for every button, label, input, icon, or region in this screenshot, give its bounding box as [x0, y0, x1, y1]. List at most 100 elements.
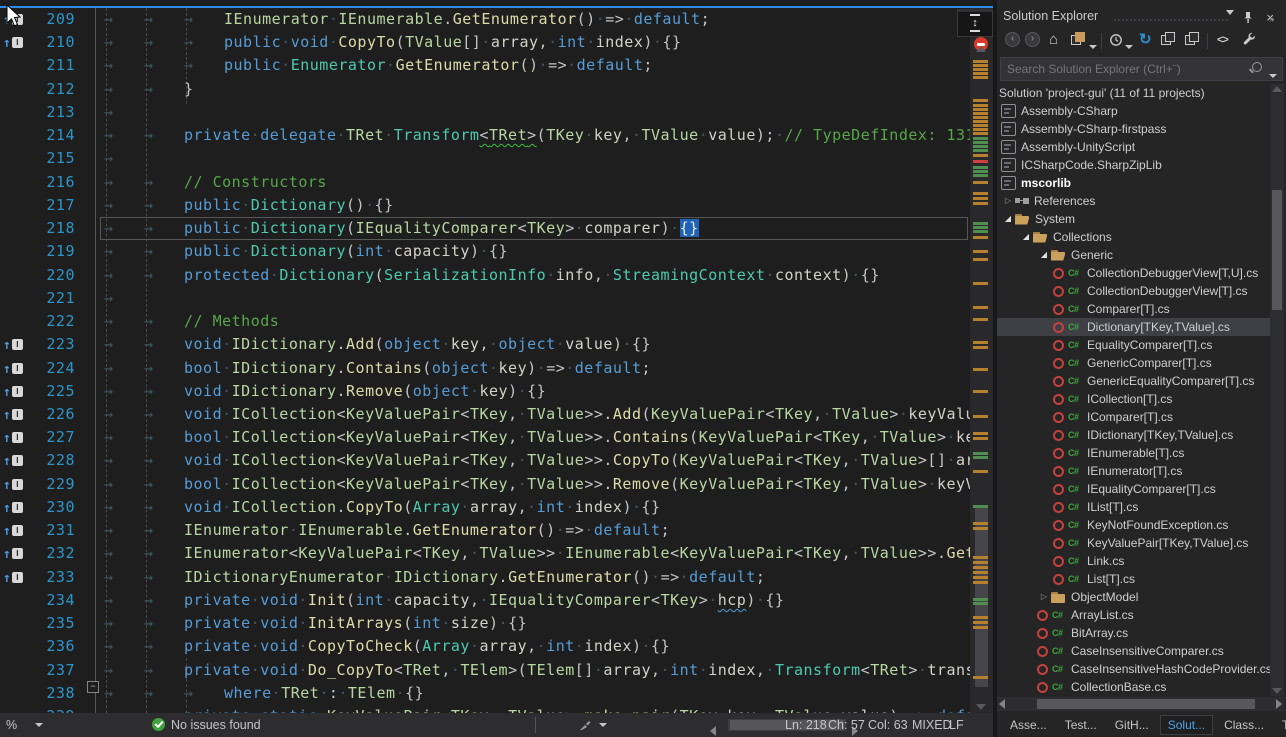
panel-title-bar[interactable]: Solution Explorer × [997, 6, 1286, 28]
tree-item[interactable]: C#IEnumerable[T].cs [997, 444, 1270, 462]
code-line[interactable]: 217→→public·Dictionary()·{} [0, 194, 970, 217]
code-line[interactable]: 211→→→public·Enumerator·GetEnumerator()·… [0, 54, 970, 77]
view-code-button[interactable]: <> [1217, 32, 1228, 50]
tree-item[interactable]: Solution 'project-gui' (11 of 11 project… [997, 84, 1270, 102]
tree-item[interactable]: C#IEqualityComparer[T].cs [997, 480, 1270, 498]
code-line[interactable]: 220→→protected·Dictionary(SerializationI… [0, 264, 970, 287]
code-line[interactable]: 222→→// Methods [0, 310, 970, 333]
toolbar-overflow-icon[interactable]: » [1269, 14, 1275, 32]
code-line[interactable]: 239→→private·static·KeyValuePair<TKey,·T… [0, 705, 970, 713]
tool-window-tab[interactable]: Asse... [1003, 716, 1054, 734]
tree-item[interactable]: C#CaseInsensitiveHashCodeProvider.cs [997, 660, 1270, 678]
code-line[interactable]: 238→→→where·TRet·:·TElem·{} [0, 682, 970, 705]
collapse-arrow-icon[interactable]: ◢ [1001, 210, 1015, 228]
tree-item[interactable]: C#IEnumerator[T].cs [997, 462, 1270, 480]
code-line[interactable]: 216→→// Constructors [0, 171, 970, 194]
code-lines[interactable]: ↑I209→→→IEnumerator·IEnumerable.GetEnume… [0, 8, 970, 713]
code-line[interactable]: ↑I224→→bool·IDictionary.Contains(object·… [0, 357, 970, 380]
tree-item[interactable]: ▷ObjectModel [997, 588, 1270, 606]
tree-item[interactable]: C#CaseInsensitiveComparer.cs [997, 642, 1270, 660]
scroll-up-arrow[interactable] [976, 46, 986, 52]
code-line[interactable]: ↑I209→→→IEnumerator·IEnumerable.GetEnume… [0, 8, 970, 31]
editor-vertical-scrollbar[interactable]: ↕ [970, 8, 993, 713]
issues-indicator[interactable]: No issues found [152, 713, 261, 737]
char-indicator[interactable]: Ch: 57 [828, 713, 865, 737]
code-line[interactable]: 218→→public·Dictionary(IEqualityComparer… [0, 217, 970, 240]
expand-arrow-icon[interactable]: ▷ [1037, 588, 1051, 606]
code-line[interactable]: 221→ [0, 287, 970, 310]
tree-item[interactable]: ◢Collections [997, 228, 1270, 246]
code-line[interactable]: 215→ [0, 147, 970, 170]
tree-item[interactable]: Assembly-CSharp-firstpass [997, 120, 1270, 138]
tree-item[interactable]: ◢Generic [997, 246, 1270, 264]
forward-button[interactable]: › [1025, 32, 1040, 47]
chevron-down-icon[interactable] [1089, 38, 1097, 56]
code-line[interactable]: 213→ [0, 101, 970, 124]
code-line[interactable]: ↑I231→→IEnumerator·IEnumerable.GetEnumer… [0, 519, 970, 542]
search-input[interactable] [1005, 59, 1239, 79]
code-line[interactable]: 236→→private·void·CopyToCheck(Array·arra… [0, 635, 970, 658]
eol-indicator[interactable]: LF [949, 713, 964, 737]
tool-window-tab[interactable]: GitH... [1108, 716, 1156, 734]
tree-item[interactable]: ▷References [997, 192, 1270, 210]
code-line[interactable]: 235→→private·void·InitArrays(int·size)·{… [0, 612, 970, 635]
annotations-dropdown[interactable] [578, 713, 607, 737]
tool-window-tab-active[interactable]: Solut... [1160, 715, 1213, 735]
home-button[interactable]: ⌂ [1049, 32, 1058, 50]
code-viewport[interactable]: ↑I209→→→IEnumerator·IEnumerable.GetEnume… [0, 8, 970, 713]
tree-item[interactable]: C#ArrayList.cs [997, 606, 1270, 624]
tree-item[interactable]: C#ICollection[T].cs [997, 390, 1270, 408]
code-editor[interactable]: ↑I209→→→IEnumerator·IEnumerable.GetEnume… [0, 0, 993, 713]
tree-item[interactable]: Assembly-CSharp [997, 102, 1270, 120]
code-line[interactable]: 212→→} [0, 78, 970, 101]
expand-arrow-icon[interactable]: ▷ [1001, 192, 1015, 210]
scrollbar-thumb[interactable] [1037, 699, 1255, 709]
code-line[interactable]: ↑I232→→IEnumerator<KeyValuePair<TKey,·TV… [0, 542, 970, 565]
tool-window-tab[interactable]: Test... [1058, 716, 1104, 734]
tree-item[interactable]: mscorlib [997, 174, 1270, 192]
scroll-up-arrow[interactable] [1272, 86, 1282, 92]
line-indicator[interactable]: Ln: 218 [785, 713, 827, 737]
column-indicator[interactable]: Col: 63 [868, 713, 908, 737]
refresh-button[interactable]: ↻ [1139, 32, 1152, 50]
tree-item[interactable]: C#GenericComparer[T].cs [997, 354, 1270, 372]
tree-item[interactable]: C#Comparer[T].cs [997, 300, 1270, 318]
code-line[interactable]: 234→→private·void·Init(int·capacity,·IEq… [0, 589, 970, 612]
tree-item[interactable]: C#KeyNotFoundException.cs [997, 516, 1270, 534]
tree-item[interactable]: C#IComparer[T].cs [997, 408, 1270, 426]
code-line[interactable]: 214→→private·delegate·TRet·Transform<TRe… [0, 124, 970, 147]
tree-item[interactable]: C#IDictionary[TKey,TValue].cs [997, 426, 1270, 444]
tree-item[interactable]: C#CollectionBase.cs [997, 678, 1270, 696]
scroll-left-arrow[interactable] [999, 699, 1005, 709]
tree-item[interactable]: C#List[T].cs [997, 570, 1270, 588]
tool-window-tab[interactable]: Class... [1217, 716, 1271, 734]
tree-item[interactable]: Assembly-UnityScript [997, 138, 1270, 156]
scrollbar-thumb[interactable] [1272, 190, 1282, 310]
code-line[interactable]: 237−→→private·void·Do_CopyTo<TRet,·TElem… [0, 659, 970, 682]
pending-changes-filter-button[interactable] [1109, 33, 1123, 51]
search-icon[interactable] [1252, 62, 1262, 72]
code-line[interactable]: 219→→public·Dictionary(int·capacity)·{} [0, 240, 970, 263]
chevron-down-icon[interactable] [1269, 67, 1277, 85]
tree-item[interactable]: C#CollectionDebuggerView[T,U].cs [997, 264, 1270, 282]
scroll-down-arrow[interactable] [1272, 688, 1282, 694]
split-handle-icon[interactable]: ↕ [957, 9, 993, 37]
tree-item[interactable]: C#Link.cs [997, 552, 1270, 570]
tree-item[interactable]: C#CollectionDebuggerView[T].cs [997, 282, 1270, 300]
collapse-arrow-icon[interactable]: ◢ [1037, 246, 1051, 264]
tree-item[interactable]: ◢System [997, 210, 1270, 228]
tree-item[interactable]: C#KeyValuePair[TKey,TValue].cs [997, 534, 1270, 552]
tree-horizontal-scrollbar[interactable] [997, 697, 1284, 711]
tree-item[interactable]: C#BitArray.cs [997, 624, 1270, 642]
code-line[interactable]: ↑I228→→void·ICollection<KeyValuePair<TKe… [0, 449, 970, 472]
code-line[interactable]: ↑I226→→void·ICollection<KeyValuePair<TKe… [0, 403, 970, 426]
code-line[interactable]: ↑I229→→bool·ICollection<KeyValuePair<TKe… [0, 473, 970, 496]
tree-item[interactable]: C#EqualityComparer[T].cs [997, 336, 1270, 354]
code-line[interactable]: ↑I230→→void·ICollection.CopyTo(Array·arr… [0, 496, 970, 519]
code-line[interactable]: ↑I225→→void·IDictionary.Remove(object·ke… [0, 380, 970, 403]
scrollbar-thumb[interactable] [975, 507, 988, 687]
code-line[interactable]: ↑I223→→void·IDictionary.Add(object·key,·… [0, 333, 970, 356]
zoom-level-dropdown[interactable]: % [6, 713, 43, 737]
hscroll-left-arrow[interactable] [710, 720, 716, 737]
tree-item[interactable]: C#IList[T].cs [997, 498, 1270, 516]
